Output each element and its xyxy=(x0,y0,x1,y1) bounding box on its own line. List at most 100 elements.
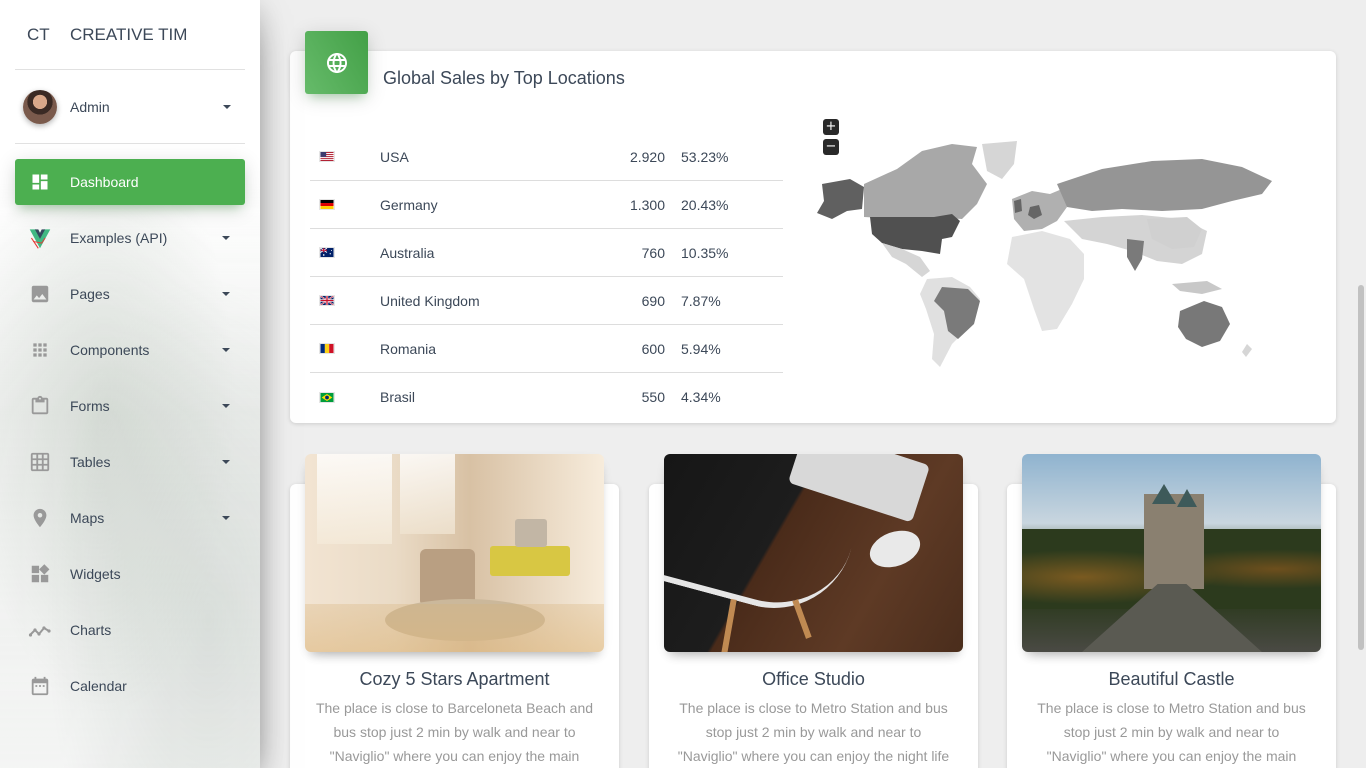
sidebar-item-components[interactable]: Components xyxy=(15,327,245,373)
sidebar-item-label: Maps xyxy=(70,510,105,526)
sidebar-item-label: Widgets xyxy=(70,566,121,582)
map-region-new-zealand xyxy=(1242,344,1252,357)
place-icon xyxy=(28,506,52,530)
world-map[interactable] xyxy=(802,139,1292,379)
map-region-australia xyxy=(1178,301,1230,347)
table-row: Germany 1.300 20.43% xyxy=(310,181,783,229)
product-description: The place is close to Barceloneta Beach … xyxy=(315,700,594,764)
armchair-shape xyxy=(420,549,475,604)
table-row: Romania 600 5.94% xyxy=(310,325,783,373)
apps-grid-icon xyxy=(28,338,52,362)
sidebar-item-examples-api[interactable]: Examples (API) xyxy=(15,215,245,261)
sidebar-item-tables[interactable]: Tables xyxy=(15,439,245,485)
sales-table: USA 2.920 53.23% Germany 1.300 20.43% Au… xyxy=(310,133,783,421)
sideboard-shape xyxy=(490,546,570,576)
sidebar-item-maps[interactable]: Maps xyxy=(15,495,245,541)
castle-shape xyxy=(1144,494,1204,589)
chevron-down-icon xyxy=(223,104,231,109)
br-flag-icon xyxy=(319,391,335,403)
product-title[interactable]: Beautiful Castle xyxy=(1007,669,1336,690)
product-title[interactable]: Cozy 5 Stars Apartment xyxy=(290,669,619,690)
brand-logo[interactable]: CT CREATIVE TIM xyxy=(15,0,245,70)
product-card: Cozy 5 Stars Apartment The place is clos… xyxy=(290,454,619,768)
sidebar-item-forms[interactable]: Forms xyxy=(15,383,245,429)
avatar[interactable] xyxy=(23,89,57,124)
chair-leg-shape xyxy=(792,599,812,639)
sidebar-item-label: Forms xyxy=(70,398,110,414)
image-icon xyxy=(28,282,52,306)
date-range-icon xyxy=(28,674,52,698)
sidebar-item-charts[interactable]: Charts xyxy=(15,607,245,653)
grid-on-icon xyxy=(28,450,52,474)
chevron-down-icon xyxy=(222,292,230,296)
window-shape xyxy=(317,454,392,544)
clipboard-icon xyxy=(28,394,52,418)
sidebar-item-calendar[interactable]: Calendar xyxy=(15,663,245,709)
mouse-shape xyxy=(864,524,926,574)
sidebar-item-dashboard[interactable]: Dashboard xyxy=(15,159,245,205)
map-region-greenland xyxy=(982,141,1017,179)
sales-value: 760 xyxy=(641,244,665,261)
sales-value: 690 xyxy=(641,292,665,309)
chevron-down-icon xyxy=(222,348,230,352)
chevron-down-icon xyxy=(222,516,230,520)
radio-shape xyxy=(515,519,547,547)
widgets-icon xyxy=(28,562,52,586)
product-image[interactable] xyxy=(305,454,604,652)
chevron-down-icon xyxy=(222,404,230,408)
product-title[interactable]: Office Studio xyxy=(649,669,978,690)
map-region-india xyxy=(1127,239,1144,271)
chevron-down-icon xyxy=(222,236,230,240)
sales-percent: 20.43% xyxy=(681,196,729,213)
window-shape xyxy=(400,454,455,534)
sidebar-item-label: Tables xyxy=(70,454,111,470)
table-row: USA 2.920 53.23% xyxy=(310,133,783,181)
country-name: United Kingdom xyxy=(380,292,480,309)
sidebar-item-label: Dashboard xyxy=(70,174,139,190)
sales-percent: 53.23% xyxy=(681,148,729,165)
product-image[interactable] xyxy=(664,454,963,652)
sidebar-nav: Dashboard Examples (API) Pages Component… xyxy=(0,159,260,709)
user-menu[interactable]: Admin xyxy=(15,70,245,144)
de-flag-icon xyxy=(319,199,335,210)
logo-normal[interactable]: CREATIVE TIM xyxy=(70,25,187,45)
map-region-canada xyxy=(864,144,987,219)
product-image[interactable] xyxy=(1022,454,1321,652)
sidebar-item-pages[interactable]: Pages xyxy=(15,271,245,317)
timeline-icon xyxy=(28,618,52,642)
sales-value: 2.920 xyxy=(629,148,665,165)
sidebar-item-label: Calendar xyxy=(70,678,127,694)
user-name[interactable]: Admin xyxy=(70,99,223,115)
table-row: Brasil 550 4.34% xyxy=(310,373,783,421)
floor-shape xyxy=(305,604,604,652)
sales-percent: 10.35% xyxy=(681,244,729,261)
chair-leg-shape xyxy=(721,598,737,652)
chair-shape xyxy=(664,502,852,626)
product-card: Beautiful Castle The place is close to M… xyxy=(1007,454,1336,768)
product-description: The place is close to Metro Station and … xyxy=(1037,700,1306,764)
sales-percent: 5.94% xyxy=(681,340,721,357)
dashboard-icon xyxy=(28,170,52,194)
zoom-in-button[interactable]: + xyxy=(823,119,839,135)
sales-value: 1.300 xyxy=(629,196,665,213)
page-scrollbar[interactable] xyxy=(1358,285,1364,650)
sales-value: 600 xyxy=(641,340,665,357)
logo-mini[interactable]: CT xyxy=(15,25,55,45)
map-region-usa xyxy=(870,214,960,254)
castle-tower-shape xyxy=(1152,484,1176,504)
sidebar: CT CREATIVE TIM Admin Dashboard Examples… xyxy=(0,0,260,768)
map-region-russia xyxy=(1057,159,1272,211)
table-row: Australia 760 10.35% xyxy=(310,229,783,277)
sidebar-item-label: Pages xyxy=(70,286,110,302)
sales-value: 550 xyxy=(641,389,665,405)
au-flag-icon xyxy=(319,247,335,258)
product-card: Office Studio The place is close to Metr… xyxy=(649,454,978,768)
map-region-africa xyxy=(1007,231,1084,331)
country-name: Romania xyxy=(380,340,437,357)
card-header-icon xyxy=(305,31,368,94)
chevron-down-icon xyxy=(222,460,230,464)
sidebar-item-label: Components xyxy=(70,342,150,358)
country-name: Brasil xyxy=(380,389,416,405)
castle-tower-shape xyxy=(1177,489,1197,507)
sidebar-item-widgets[interactable]: Widgets xyxy=(15,551,245,597)
